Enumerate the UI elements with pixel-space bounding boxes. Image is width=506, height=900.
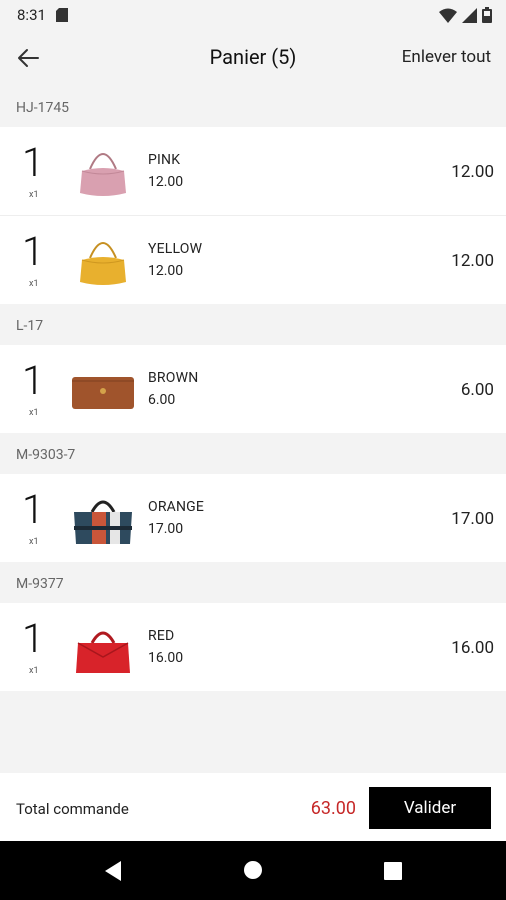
item-name: ORANGE <box>148 499 205 515</box>
status-icons <box>439 7 492 23</box>
status-bar: 8:31 <box>0 0 506 30</box>
item-total-price: 6.00 <box>460 380 494 400</box>
total-value: 63.00 <box>310 798 356 819</box>
item-total-price: 12.00 <box>451 251 494 271</box>
group-header: M-9377 <box>0 562 506 603</box>
item-unit-price: 12.00 <box>148 263 184 279</box>
order-summary-bar: Total commande 63.00 Valider <box>0 773 506 841</box>
nav-back-icon[interactable] <box>103 860 123 882</box>
item-name: RED <box>148 628 175 644</box>
cart-item[interactable]: 1 x1 ORANGE 17.00 17.00 <box>0 474 506 562</box>
item-multiplier: x1 <box>29 279 39 289</box>
app-bar: Panier (5) Enlever tout <box>0 30 506 86</box>
item-multiplier: x1 <box>29 666 39 676</box>
item-quantity: 1 <box>22 357 45 404</box>
battery-icon <box>482 7 492 23</box>
item-total-price: 12.00 <box>451 162 494 182</box>
item-unit-price: 12.00 <box>148 174 184 190</box>
item-total-price: 16.00 <box>451 638 494 658</box>
cart-item[interactable]: 1 x1 PINK 12.00 12.00 <box>0 127 506 216</box>
nav-home-icon[interactable] <box>243 860 263 880</box>
item-unit-price: 6.00 <box>148 392 176 408</box>
sd-card-icon <box>55 8 68 22</box>
bag-thumbnail <box>80 153 126 196</box>
item-multiplier: x1 <box>29 537 39 547</box>
cart-item[interactable]: 1 x1 RED 16.00 16.00 <box>0 603 506 691</box>
item-unit-price: 17.00 <box>148 521 184 537</box>
total-label: Total commande <box>16 800 129 818</box>
signal-icon <box>462 7 477 23</box>
item-multiplier: x1 <box>29 190 39 200</box>
item-quantity: 1 <box>22 228 45 275</box>
group-header: HJ-1745 <box>0 86 506 127</box>
item-multiplier: x1 <box>29 408 39 418</box>
item-total-price: 17.00 <box>451 509 494 529</box>
back-button[interactable] <box>14 44 44 72</box>
cart-item[interactable]: 1 x1 BROWN 6.00 6.00 <box>0 345 506 433</box>
clear-all-button[interactable]: Enlever tout <box>402 47 491 67</box>
item-name: PINK <box>148 152 181 168</box>
item-unit-price: 16.00 <box>148 650 184 666</box>
item-quantity: 1 <box>22 139 45 186</box>
nav-recents-icon[interactable] <box>383 861 403 881</box>
system-nav-bar <box>0 841 506 900</box>
bag-thumbnail <box>76 631 130 673</box>
item-name: YELLOW <box>148 241 203 257</box>
status-time: 8:31 <box>17 6 46 24</box>
group-header: M-9303-7 <box>0 433 506 474</box>
group-header: L-17 <box>0 304 506 345</box>
submit-order-button[interactable]: Valider <box>369 787 491 829</box>
cart-list: HJ-1745 1 x1 PINK 12.00 12.00 1 x1 YELLO… <box>0 86 506 691</box>
item-quantity: 1 <box>22 486 45 533</box>
wallet-thumbnail <box>72 377 134 409</box>
item-quantity: 1 <box>22 615 45 662</box>
bag-thumbnail <box>74 500 132 544</box>
arrow-left-icon <box>18 49 39 67</box>
item-name: BROWN <box>148 370 199 386</box>
wifi-icon <box>439 8 457 23</box>
cart-item[interactable]: 1 x1 YELLOW 12.00 12.00 <box>0 216 506 304</box>
bag-thumbnail <box>80 242 126 285</box>
